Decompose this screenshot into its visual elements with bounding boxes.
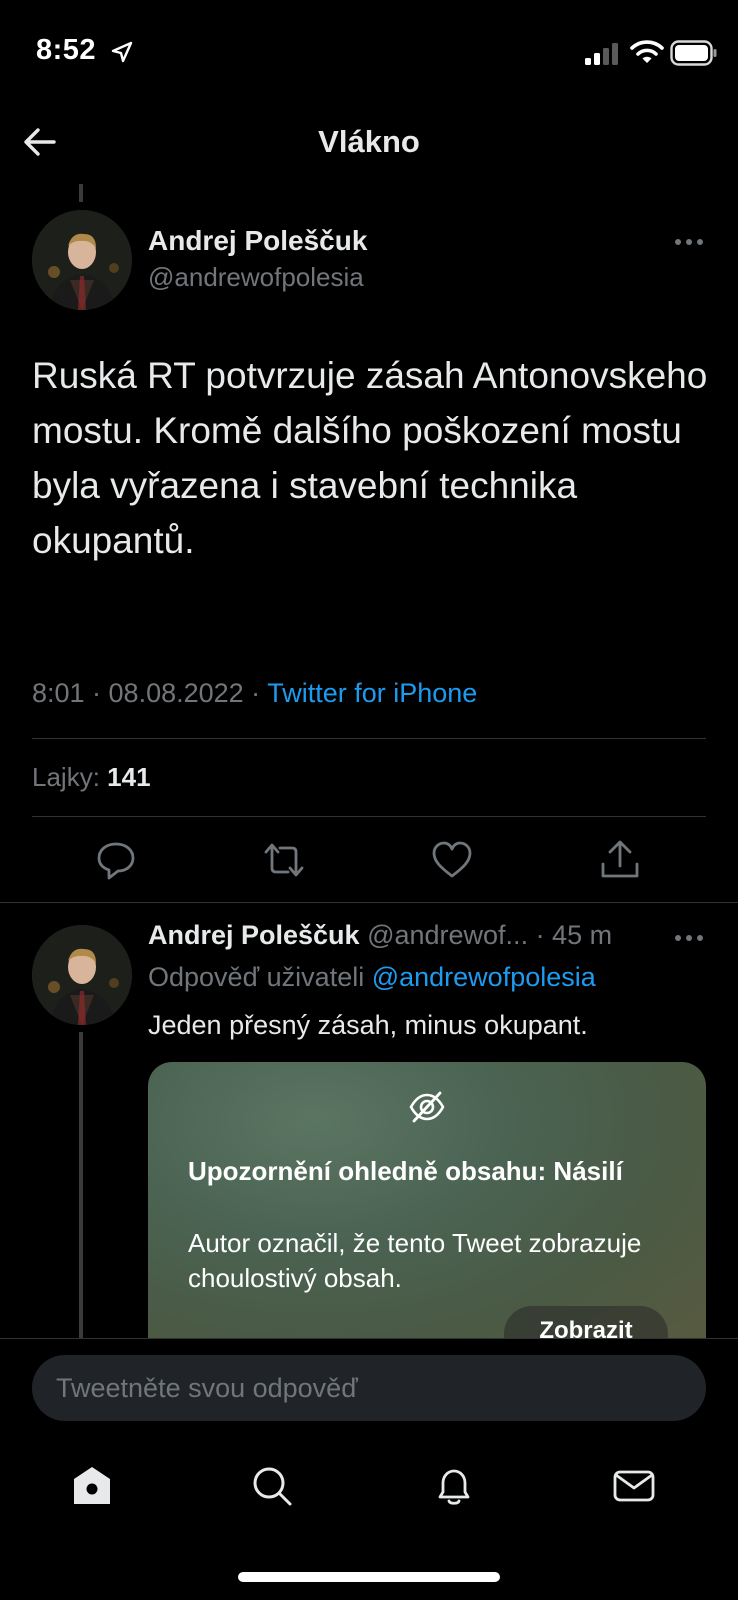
top-nav: Vlákno bbox=[0, 100, 738, 184]
likes-number: 141 bbox=[107, 762, 151, 792]
likes-count[interactable]: Lajky: 141 bbox=[32, 762, 151, 793]
thread-connector bbox=[79, 1032, 83, 1340]
cellular-signal-icon bbox=[585, 43, 618, 65]
reply-author-name[interactable]: Andrej Poleščuk bbox=[148, 920, 360, 950]
status-bar: 8:52 bbox=[0, 0, 738, 100]
tweet-source-link[interactable]: Twitter for iPhone bbox=[267, 678, 477, 708]
author-handle[interactable]: @andrewofpolesia bbox=[148, 262, 364, 293]
battery-icon bbox=[670, 40, 717, 66]
status-time: 8:52 bbox=[36, 34, 97, 66]
divider bbox=[32, 738, 706, 739]
reply-header: Andrej Poleščuk @andrewof... · 45 m bbox=[148, 920, 612, 951]
author-name[interactable]: Andrej Poleščuk bbox=[148, 225, 367, 257]
page-title: Vlákno bbox=[318, 124, 420, 159]
home-icon[interactable] bbox=[70, 1464, 114, 1508]
tweet-timestamp: 8:01 · 08.08.2022 · bbox=[32, 678, 268, 708]
eye-off-icon bbox=[409, 1091, 445, 1123]
like-icon[interactable] bbox=[430, 838, 474, 882]
tweet-text: Ruská RT potvrzuje zásah Antonovskeho mo… bbox=[32, 355, 708, 561]
thread-connector bbox=[79, 184, 83, 202]
warning-title: Upozornění ohledně obsahu: Násilí bbox=[188, 1156, 623, 1186]
likes-label: Lajky: bbox=[32, 762, 108, 792]
location-arrow-icon bbox=[111, 41, 133, 63]
reply-handle-time: @andrewof... · 45 m bbox=[359, 920, 613, 950]
more-options-icon[interactable] bbox=[674, 933, 704, 943]
thread-screen: 8:52 Vlákno Andrej Poleščuk @andrewofpol… bbox=[0, 0, 738, 1600]
replying-to-label: Odpověď uživateli bbox=[148, 962, 372, 992]
warning-body: Autor označil, že tento Tweet zobrazuje … bbox=[188, 1228, 642, 1293]
reply-text: Jeden přesný zásah, minus okupant. bbox=[148, 1010, 588, 1040]
divider bbox=[0, 902, 738, 903]
replying-to: Odpověď uživateli @andrewofpolesia bbox=[148, 962, 596, 993]
tweet-actions bbox=[0, 838, 738, 898]
reply-icon[interactable] bbox=[94, 838, 138, 882]
wifi-icon bbox=[630, 40, 664, 63]
reply-author-avatar[interactable] bbox=[32, 925, 132, 1025]
home-indicator[interactable] bbox=[238, 1572, 500, 1582]
author-avatar[interactable] bbox=[32, 210, 132, 310]
search-icon[interactable] bbox=[250, 1464, 294, 1508]
avatar-image bbox=[32, 925, 132, 1025]
bottom-tab-bar bbox=[0, 1440, 738, 1600]
replying-to-handle[interactable]: @andrewofpolesia bbox=[372, 962, 596, 992]
tweet-metadata: 8:01 · 08.08.2022 · Twitter for iPhone bbox=[32, 678, 477, 709]
avatar-image bbox=[32, 210, 132, 310]
notifications-icon[interactable] bbox=[432, 1464, 476, 1508]
share-icon[interactable] bbox=[598, 838, 642, 882]
content-warning-card: Upozornění ohledně obsahu: Násilí Autor … bbox=[148, 1062, 706, 1362]
retweet-icon[interactable] bbox=[262, 838, 306, 882]
reply-input[interactable] bbox=[32, 1355, 706, 1421]
divider bbox=[32, 816, 706, 817]
messages-icon[interactable] bbox=[612, 1464, 656, 1508]
more-options-icon[interactable] bbox=[674, 237, 704, 247]
reply-composer bbox=[0, 1338, 738, 1438]
